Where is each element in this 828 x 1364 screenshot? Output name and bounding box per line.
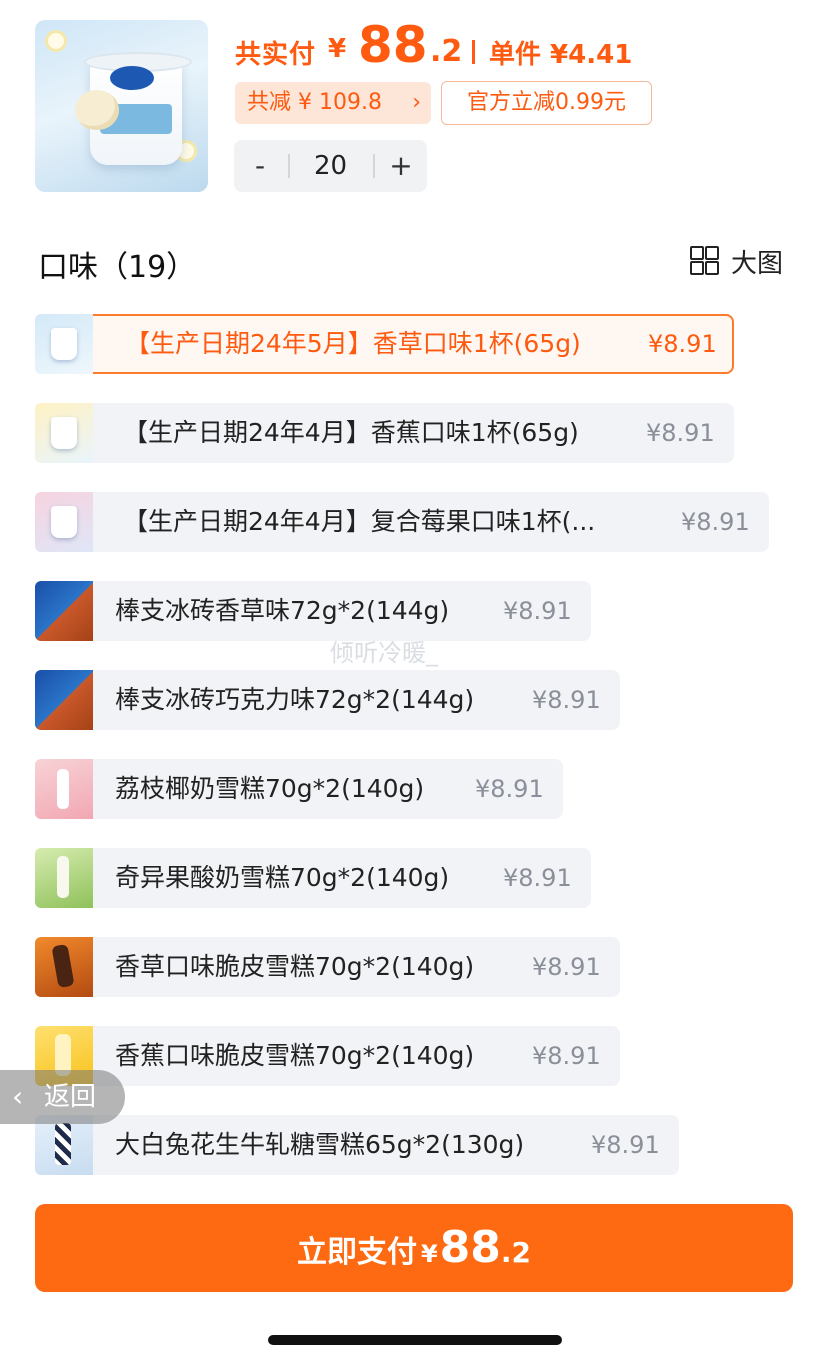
ice-cream-scoop-graphic <box>75 90 119 130</box>
total-paid-label: 共实付 <box>235 40 317 70</box>
flavor-option-price: ¥8.91 <box>475 775 544 803</box>
flavor-option-name: 奇异果酸奶雪糕70g*2(140g) <box>115 863 450 892</box>
pay-currency: ¥ <box>420 1240 438 1268</box>
flavor-option-kiwi-yogurt[interactable]: 奇异果酸奶雪糕70g*2(140g) ¥8.91 <box>35 848 591 908</box>
flavor-option-price: ¥8.91 <box>532 1042 601 1070</box>
total-paid-currency: ¥ <box>328 34 347 64</box>
flavor-option-price: ¥8.91 <box>503 864 572 892</box>
quantity-value[interactable]: 20 <box>289 140 372 192</box>
flavor-section-title: 口味（19） <box>38 250 197 285</box>
price-divider <box>472 40 475 64</box>
flavor-option-name: 大白兔花生牛轧糖雪糕65g*2(130g) <box>115 1130 525 1159</box>
flavor-option-name: 棒支冰砖香草味72g*2(144g) <box>115 596 450 625</box>
home-indicator[interactable] <box>268 1335 562 1345</box>
flavor-option-price: ¥8.91 <box>532 686 601 714</box>
flavor-option-name: 【生产日期24年4月】香蕉口味1杯(65g) <box>123 418 579 447</box>
back-button-label: 返回 <box>44 1082 97 1112</box>
grid-view-icon[interactable] <box>690 246 719 275</box>
pay-amount-integer: 88 <box>439 1222 501 1273</box>
flavor-option-white-rabbit[interactable]: 大白兔花生牛轧糖雪糕65g*2(130g) ¥8.91 <box>35 1115 679 1175</box>
flavor-option-chocolate-brick[interactable]: 棒支冰砖巧克力味72g*2(144g) ¥8.91 <box>35 670 620 730</box>
flavor-option-name: 荔枝椰奶雪糕70g*2(140g) <box>115 774 425 803</box>
flavor-option-name: 香蕉口味脆皮雪糕70g*2(140g) <box>115 1041 475 1070</box>
flavor-option-price: ¥8.91 <box>503 597 572 625</box>
pay-now-button[interactable]: 立即支付 ¥ 88 .2 <box>35 1204 793 1292</box>
flavor-thumbnail <box>35 848 93 908</box>
large-image-toggle[interactable]: 大图 <box>731 243 783 280</box>
flower-decoration <box>45 30 67 52</box>
total-discount-label: 共减 ¥ 109.8 <box>247 90 382 115</box>
flavor-option-name: 【生产日期24年5月】香草口味1杯(65g) <box>125 329 581 358</box>
flavor-thumbnail <box>35 403 93 463</box>
brand-logo-graphic <box>110 66 154 90</box>
pay-amount-decimal: .2 <box>500 1236 532 1269</box>
flavor-option-vanilla-crispy[interactable]: 香草口味脆皮雪糕70g*2(140g) ¥8.91 <box>35 937 620 997</box>
total-paid-integer: 88 <box>358 16 428 74</box>
flavor-thumbnail <box>35 759 93 819</box>
flavor-option-price: ¥8.91 <box>591 1131 660 1159</box>
flavor-option-banana-crispy[interactable]: 香蕉口味脆皮雪糕70g*2(140g) ¥8.91 <box>35 1026 620 1086</box>
chevron-left-icon: ‹ <box>12 1080 24 1113</box>
increase-quantity-button[interactable]: + <box>375 140 427 192</box>
flavor-option-vanilla-cup[interactable]: 【生产日期24年5月】香草口味1杯(65g) ¥8.91 <box>35 314 734 374</box>
flavor-thumbnail <box>35 1115 93 1175</box>
total-discount-tag[interactable]: 共减 ¥ 109.8 › <box>235 82 431 124</box>
flavor-option-price: ¥8.91 <box>681 508 750 536</box>
flavor-thumbnail <box>35 670 93 730</box>
flavor-option-price: ¥8.91 <box>648 330 717 358</box>
flavor-option-lychee-coconut[interactable]: 荔枝椰奶雪糕70g*2(140g) ¥8.91 <box>35 759 563 819</box>
flavor-thumbnail <box>35 937 93 997</box>
flavor-option-vanilla-brick[interactable]: 棒支冰砖香草味72g*2(144g) ¥8.91 <box>35 581 591 641</box>
flavor-option-name: 香草口味脆皮雪糕70g*2(140g) <box>115 952 475 981</box>
flavor-option-banana-cup[interactable]: 【生产日期24年4月】香蕉口味1杯(65g) ¥8.91 <box>35 403 734 463</box>
watermark-text: 倾听冷暖_ <box>330 639 438 667</box>
flavor-option-name: 棒支冰砖巧克力味72g*2(144g) <box>115 685 475 714</box>
flavor-option-berry-cup[interactable]: 【生产日期24年4月】复合莓果口味1杯(... ¥8.91 <box>35 492 769 552</box>
unit-price-label: 单件 ¥4.41 <box>489 40 633 70</box>
decrease-quantity-button[interactable]: - <box>234 140 286 192</box>
flavor-option-price: ¥8.91 <box>646 419 715 447</box>
flavor-thumbnail <box>35 492 93 552</box>
total-paid-decimal: .2 <box>430 34 463 69</box>
flavor-option-name: 【生产日期24年4月】复合莓果口味1杯(... <box>123 507 596 536</box>
chevron-right-icon: › <box>412 90 421 115</box>
flavor-thumbnail <box>35 314 93 374</box>
quantity-stepper: - 20 + <box>234 140 427 192</box>
pay-now-label: 立即支付 <box>296 1235 417 1270</box>
flavor-thumbnail <box>35 581 93 641</box>
product-main-image[interactable] <box>35 20 208 192</box>
official-discount-tag: 官方立减0.99元 <box>441 81 652 125</box>
flavor-option-price: ¥8.91 <box>532 953 601 981</box>
back-button[interactable]: ‹ 返回 <box>0 1070 125 1124</box>
